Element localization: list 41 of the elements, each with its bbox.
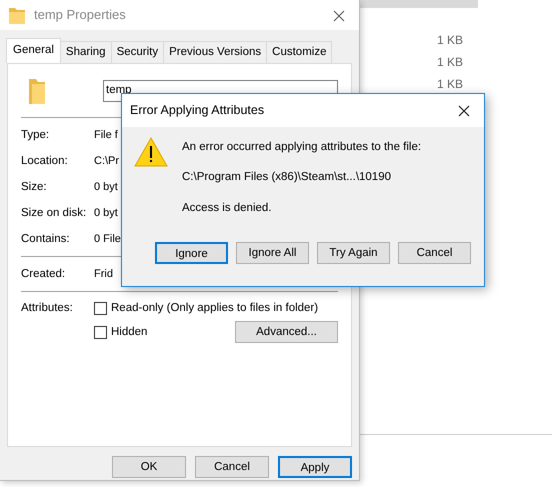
dialog-button[interactable]: Ignore: [155, 242, 228, 264]
tab[interactable]: Security: [110, 41, 164, 64]
dialog-title: Error Applying Attributes: [130, 102, 264, 120]
window-title: temp Properties: [34, 6, 126, 24]
dialog-button[interactable]: Try Again: [317, 242, 390, 264]
dialog-button[interactable]: OK: [112, 456, 186, 478]
checkbox[interactable]: [94, 326, 107, 339]
tab[interactable]: Customize: [266, 41, 332, 64]
dialog-button[interactable]: Cancel: [195, 456, 269, 478]
folder-icon: [8, 5, 26, 25]
file-path: C:\Program Files (x86)\Steam\st...\10190: [182, 170, 392, 186]
field-value: C:\Pr: [94, 154, 120, 169]
dialog-button[interactable]: Cancel: [398, 242, 471, 264]
warning-icon: [134, 137, 168, 167]
field-label: Location:: [21, 154, 69, 169]
dialog-button[interactable]: Ignore All: [236, 242, 309, 264]
field-label: Size:: [21, 180, 48, 195]
field-value: Frid: [94, 267, 113, 282]
field-value: 0 byt: [94, 180, 118, 195]
checkbox[interactable]: [94, 302, 107, 315]
field-label: Type:: [21, 128, 50, 143]
advanced-button[interactable]: Advanced...: [235, 321, 338, 344]
close-icon: [333, 10, 345, 22]
close-icon: [458, 104, 470, 117]
file-size: 1 KB: [436, 54, 463, 71]
file-size: 1 KB: [436, 76, 463, 93]
file-size: 1 KB: [436, 32, 463, 49]
checkbox-label[interactable]: Hidden: [111, 324, 148, 341]
error-detail: Access is denied.: [182, 200, 272, 216]
field-label: Contains:: [21, 232, 71, 247]
dialog-button[interactable]: Apply: [278, 456, 352, 478]
field-label: Attributes:: [21, 300, 74, 316]
field-value: File f: [94, 128, 118, 143]
error-message: An error occurred applying attributes to the file:: [182, 140, 422, 155]
field-value: 0 File: [94, 232, 121, 247]
field-label: Size on disk:: [21, 206, 88, 221]
folder-icon: [27, 76, 47, 105]
checkbox-label[interactable]: Read-only (Only applies to files in folder): [111, 300, 318, 317]
field-value: 0 byt: [94, 206, 118, 221]
field-label: Created:: [21, 266, 66, 282]
tab[interactable]: General: [6, 38, 61, 64]
